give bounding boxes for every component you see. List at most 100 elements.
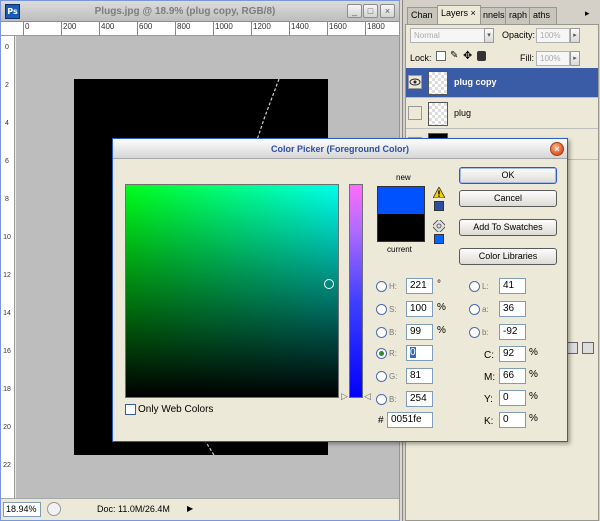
black-unit: % — [529, 413, 538, 424]
color-libraries-button[interactable]: Color Libraries — [459, 248, 557, 265]
tab-histogram[interactable]: raph — [505, 7, 531, 24]
lab-a-label: a: — [482, 305, 489, 314]
panel-menu-icon[interactable]: ▸ — [585, 8, 590, 19]
ok-button[interactable]: OK — [459, 167, 557, 184]
lock-all-icon[interactable] — [477, 51, 486, 61]
eye-icon[interactable] — [408, 106, 422, 120]
blue-radio[interactable] — [376, 394, 387, 405]
lock-image-icon[interactable]: ✎ — [450, 50, 458, 61]
ruler-label: 6 — [5, 158, 9, 165]
out-of-gamut-warning-icon[interactable] — [433, 187, 445, 198]
close-button[interactable]: × — [380, 4, 395, 18]
ruler-label: 200 — [63, 22, 77, 31]
magenta-unit: % — [529, 369, 538, 380]
red-field[interactable]: 0 — [406, 345, 433, 361]
layer-row[interactable]: plug — [406, 99, 598, 129]
magenta-field[interactable]: 66 — [499, 368, 526, 384]
saturation-unit: % — [437, 302, 446, 313]
hex-field[interactable]: 0051fe — [387, 412, 433, 428]
only-web-colors-checkbox[interactable] — [125, 404, 136, 415]
web-safe-color-swatch[interactable] — [434, 234, 444, 244]
add-to-swatches-button[interactable]: Add To Swatches — [459, 219, 557, 236]
hue-label: H: — [389, 282, 397, 291]
black-label: K: — [484, 416, 494, 427]
brightness-unit: % — [437, 325, 446, 336]
lab-a-radio[interactable] — [469, 304, 480, 315]
only-web-colors-label[interactable]: Only Web Colors — [138, 404, 213, 415]
hue-slider-arrow-right-icon[interactable]: ◁ — [364, 391, 371, 402]
ruler-label: 600 — [139, 22, 153, 31]
tab-layers[interactable]: Layers × — [437, 5, 481, 24]
fill-field[interactable]: 100% — [536, 51, 570, 66]
blend-mode-chevron-icon[interactable]: ▾ — [484, 28, 494, 43]
red-radio[interactable] — [376, 348, 387, 359]
cancel-button[interactable]: Cancel — [459, 190, 557, 207]
brightness-field[interactable]: 99 — [406, 324, 433, 340]
green-field[interactable]: 81 — [406, 368, 433, 384]
maximize-button[interactable]: □ — [363, 4, 378, 18]
yellow-field[interactable]: 0 — [499, 390, 526, 406]
hue-radio[interactable] — [376, 281, 387, 292]
current-color-swatch[interactable] — [377, 214, 425, 242]
lock-position-icon[interactable]: ✥ — [463, 49, 472, 62]
ruler-label: 8 — [5, 196, 9, 203]
color-picker-dialog: Color Picker (Foreground Color) × ▷ ◁ On… — [112, 138, 568, 442]
document-titlebar[interactable]: Ps Plugs.jpg @ 18.9% (plug copy, RGB/8) … — [1, 1, 399, 22]
not-web-safe-warning-icon[interactable] — [433, 220, 445, 232]
hue-slider[interactable] — [349, 184, 363, 398]
color-field[interactable] — [125, 184, 339, 398]
lab-a-field[interactable]: 36 — [499, 301, 526, 317]
opacity-field[interactable]: 100% — [536, 28, 570, 43]
lab-b-label: b: — [482, 328, 489, 337]
ruler-label: 14 — [3, 310, 11, 317]
status-bar: 18.94% Doc: 11.0M/26.4M ▶ — [1, 498, 399, 520]
brightness-radio[interactable] — [376, 327, 387, 338]
panel-tabs: Chan Layers × nnels raph aths ▸ — [403, 4, 600, 24]
lab-b-field[interactable]: -92 — [499, 324, 526, 340]
lab-b-radio[interactable] — [469, 327, 480, 338]
eye-icon[interactable] — [408, 75, 422, 89]
fill-label: Fill: — [520, 53, 534, 63]
hue-slider-arrow-left-icon[interactable]: ▷ — [341, 391, 348, 402]
ruler-label: 1400 — [291, 22, 309, 31]
lab-l-field[interactable]: 41 — [499, 278, 526, 294]
status-menu-arrow-icon[interactable]: ▶ — [187, 504, 193, 513]
layer-thumbnail — [428, 71, 448, 95]
gamut-color-swatch[interactable] — [434, 201, 444, 211]
blue-field[interactable]: 254 — [406, 391, 433, 407]
lock-transparency-icon[interactable] — [436, 51, 446, 61]
fill-arrow-icon[interactable]: ▸ — [570, 51, 580, 66]
tab-channels-2[interactable]: nnels — [479, 7, 507, 24]
black-field[interactable]: 0 — [499, 412, 526, 428]
red-field-value[interactable]: 0 — [410, 347, 416, 358]
navigator-icon[interactable] — [47, 502, 61, 516]
layer-row[interactable]: plug copy — [406, 68, 598, 98]
photoshop-icon[interactable]: Ps — [5, 4, 20, 19]
saturation-field[interactable]: 100 — [406, 301, 433, 317]
tab-channels[interactable]: Chan — [407, 7, 439, 24]
hex-label: # — [378, 415, 384, 426]
ruler-label: 4 — [5, 120, 9, 127]
document-size-info: Doc: 11.0M/26.4M — [97, 504, 170, 514]
ruler-label: 1800 — [367, 22, 385, 31]
green-radio[interactable] — [376, 371, 387, 382]
blend-mode-select[interactable]: Normal — [410, 28, 494, 43]
cyan-unit: % — [529, 347, 538, 358]
color-field-marker[interactable] — [324, 279, 334, 289]
ruler-label: 1000 — [215, 22, 233, 31]
zoom-field[interactable]: 18.94% — [3, 502, 41, 517]
trash-icon[interactable] — [582, 342, 594, 354]
close-icon[interactable]: × — [550, 142, 564, 156]
minimize-button[interactable]: _ — [347, 4, 362, 18]
saturation-radio[interactable] — [376, 304, 387, 315]
document-title: Plugs.jpg @ 18.9% (plug copy, RGB/8) — [94, 6, 276, 17]
tab-paths[interactable]: aths — [529, 7, 557, 24]
color-picker-titlebar[interactable]: Color Picker (Foreground Color) × — [113, 139, 567, 159]
hue-unit: ° — [437, 279, 441, 290]
lab-l-radio[interactable] — [469, 281, 480, 292]
cyan-field[interactable]: 92 — [499, 346, 526, 362]
yellow-unit: % — [529, 391, 538, 402]
opacity-arrow-icon[interactable]: ▸ — [570, 28, 580, 43]
hue-field[interactable]: 221 — [406, 278, 433, 294]
layer-thumbnail — [428, 102, 448, 126]
